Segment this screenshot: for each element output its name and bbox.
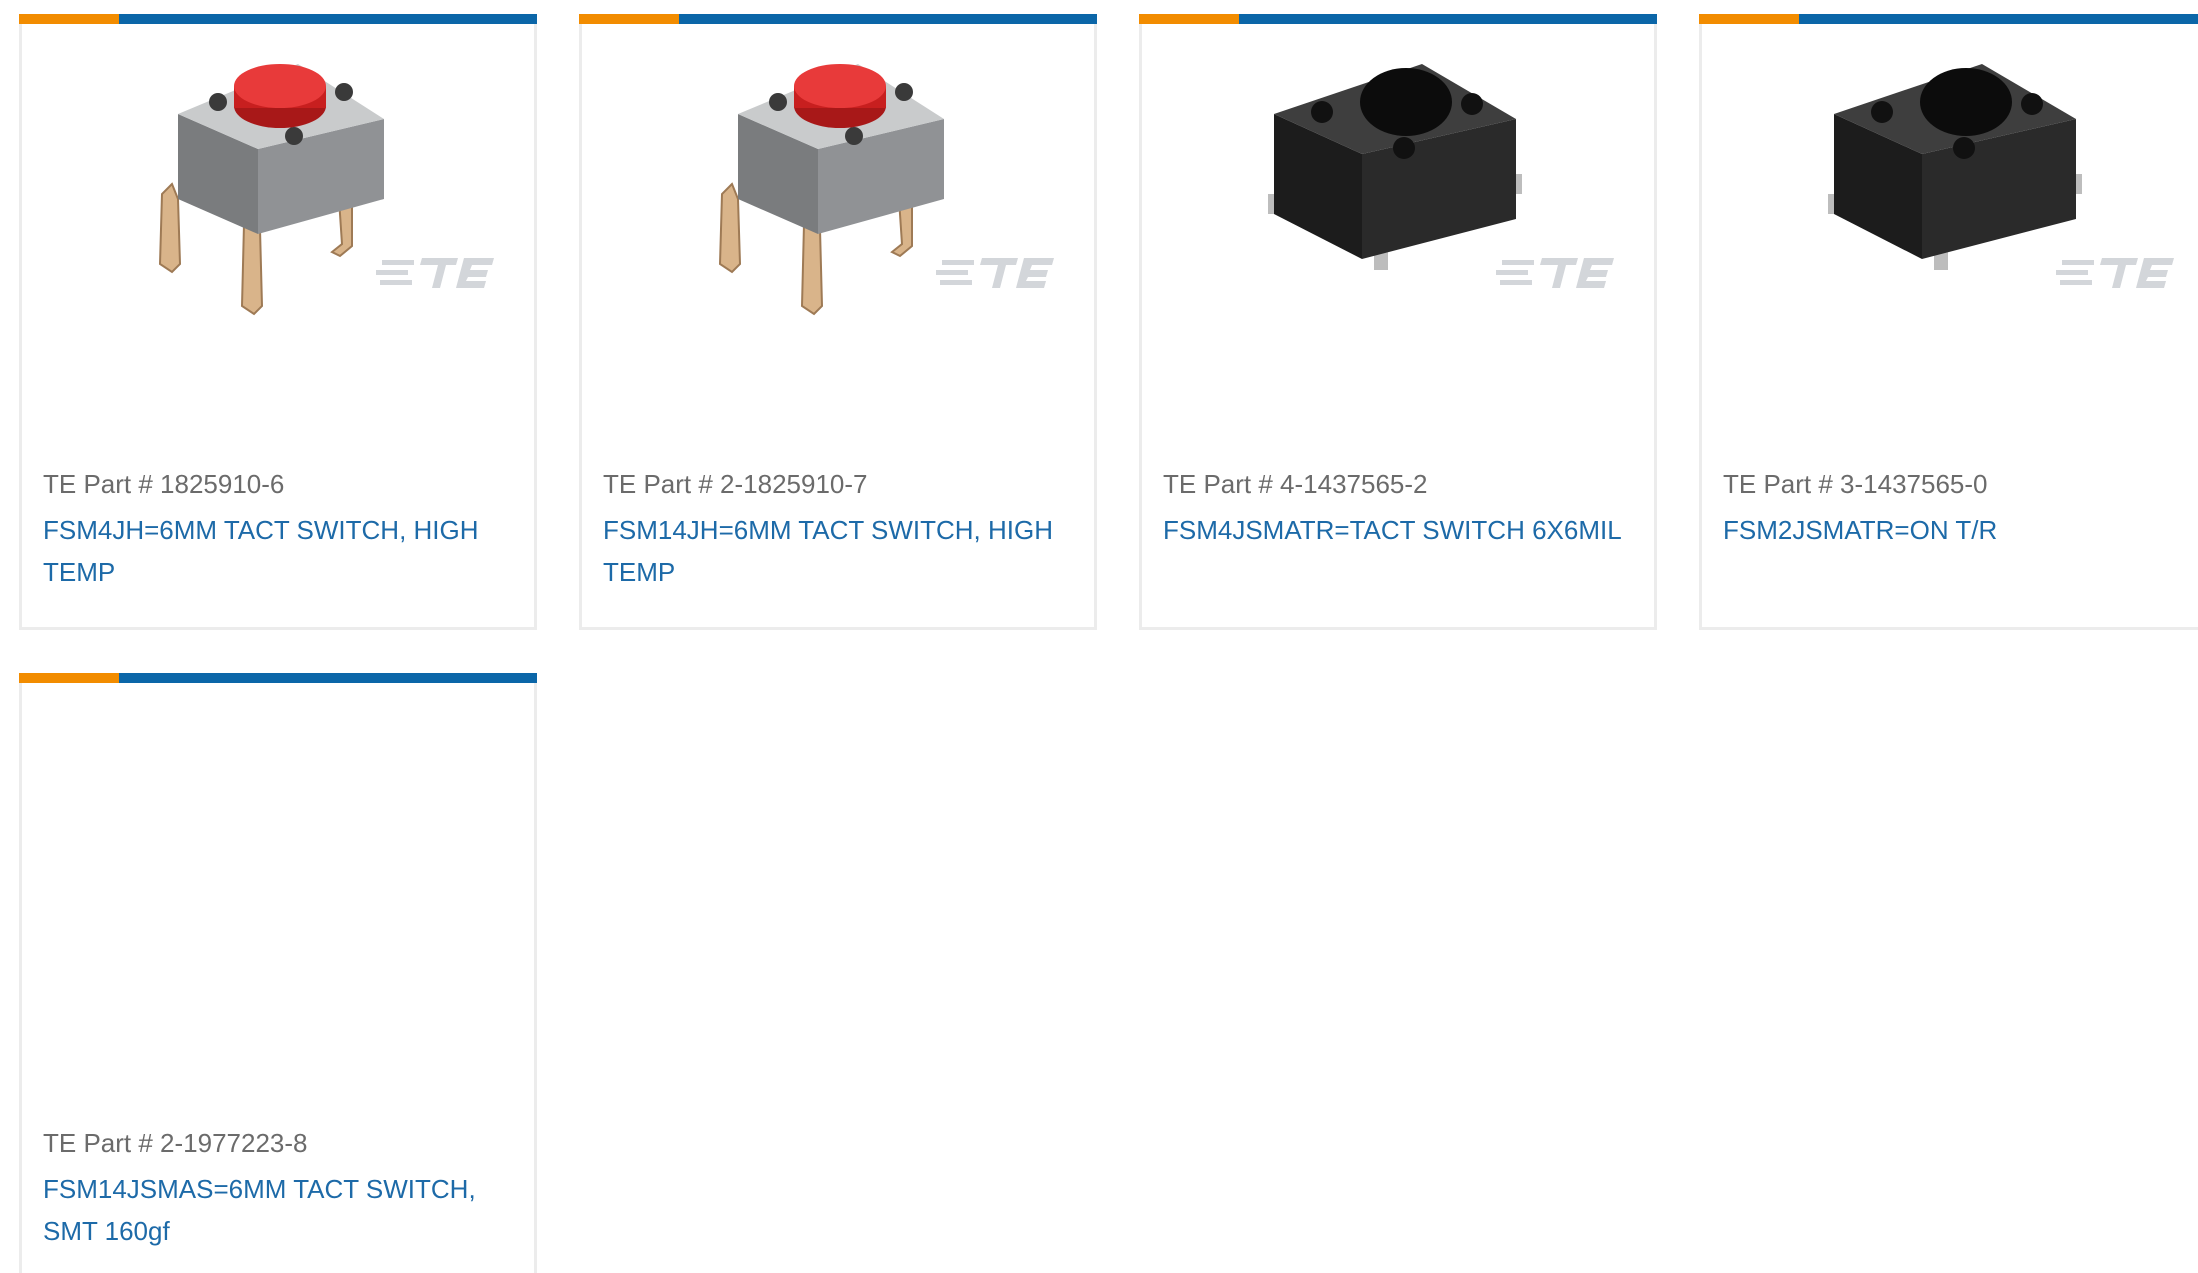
product-description-link[interactable]: FSM14JH=6MM TACT SWITCH, HIGH TEMP [603,509,1073,593]
part-number: TE Part # 2-1977223-8 [43,1128,308,1158]
te-logo-watermark [1496,258,1614,288]
card-accent-bar [19,14,537,24]
product-description-link[interactable]: FSM14JSMAS=6MM TACT SWITCH, SMT 160gf [43,1168,513,1252]
te-logo-watermark [2056,258,2174,288]
product-card[interactable]: TE Part # 2-1825910-7 FSM14JH=6MM TACT S… [579,14,1097,630]
part-number: TE Part # 3-1437565-0 [1723,469,1988,499]
card-accent-bar [1139,14,1657,24]
te-logo-watermark [376,258,494,288]
card-accent-bar [19,673,537,683]
product-image[interactable] [1702,24,2198,394]
part-number: TE Part # 1825910-6 [43,469,285,499]
product-grid: TE Part # 1825910-6 FSM4JH=6MM TACT SWIT… [0,0,2198,1273]
product-card[interactable]: TE Part # 2-1977223-8 FSM14JSMAS=6MM TAC… [19,673,537,1273]
product-card[interactable]: TE Part # 4-1437565-2 FSM4JSMATR=TACT SW… [1139,14,1657,630]
product-card[interactable]: TE Part # 3-1437565-0 FSM2JSMATR=ON T/R [1699,14,2198,630]
product-description-link[interactable]: FSM4JH=6MM TACT SWITCH, HIGH TEMP [43,509,513,593]
product-image[interactable] [22,24,534,394]
product-description-link[interactable]: FSM4JSMATR=TACT SWITCH 6X6MIL [1163,509,1633,551]
product-image[interactable] [582,24,1094,394]
product-card[interactable]: TE Part # 1825910-6 FSM4JH=6MM TACT SWIT… [19,14,537,630]
card-accent-bar [579,14,1097,24]
card-accent-bar [1699,14,2198,24]
product-image[interactable] [1142,24,1654,394]
te-logo-watermark [936,258,1054,288]
product-description-link[interactable]: FSM2JSMATR=ON T/R [1723,509,2193,551]
product-image[interactable] [22,683,534,1053]
part-number: TE Part # 4-1437565-2 [1163,469,1428,499]
part-number: TE Part # 2-1825910-7 [603,469,868,499]
